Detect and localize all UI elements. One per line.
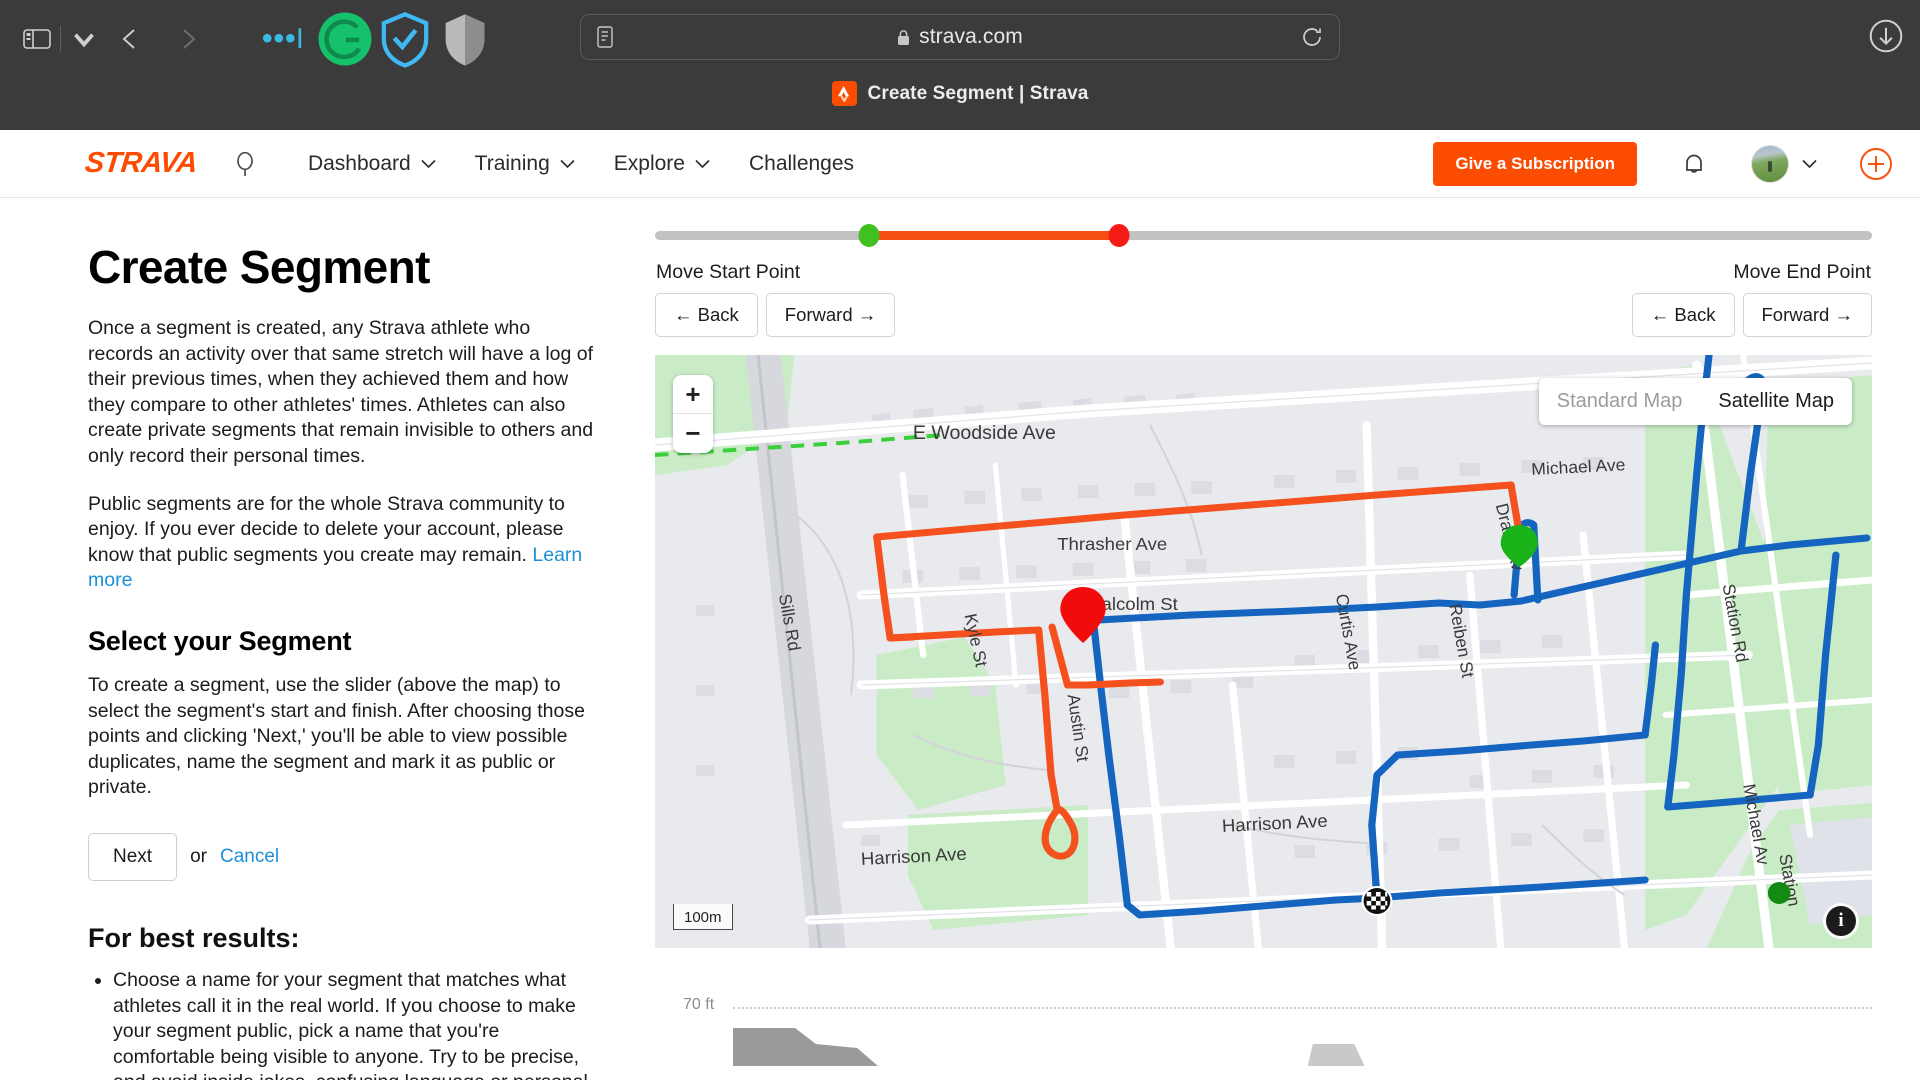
svg-text:E Woodside Ave: E Woodside Ave — [913, 423, 1056, 444]
move-end-point-label: Move End Point — [1733, 261, 1871, 283]
select-segment-paragraph: To create a segment, use the slider (abo… — [88, 673, 585, 799]
nav-label-explore: Explore — [613, 151, 685, 175]
action-row: Next or Cancel — [88, 832, 600, 881]
end-point-button-group: ← Back Forward → — [1631, 293, 1872, 337]
elevation-profile — [733, 1028, 1365, 1066]
sidebar-chevron-down-icon[interactable] — [67, 24, 101, 54]
cancel-link[interactable]: Cancel — [220, 846, 279, 868]
strava-favicon — [831, 81, 857, 106]
page-title: Create Segment — [88, 241, 430, 293]
map-scale-bar: 100m — [673, 904, 733, 930]
chevron-down-icon — [421, 159, 436, 169]
satellite-map-button[interactable]: Satellite Map — [1700, 378, 1852, 425]
best-results-list: Choose a name for your segment that matc… — [88, 968, 600, 1080]
slider-end-handle[interactable] — [1108, 224, 1130, 247]
toolbar-divider — [60, 25, 61, 52]
end-back-button[interactable]: ← Back — [1631, 293, 1735, 337]
slider-selected-range — [869, 231, 1119, 240]
move-point-buttons: ← Back Forward → ← Back Forward → — [655, 293, 1872, 337]
or-text: or — [190, 845, 207, 867]
move-start-point-label: Move Start Point — [656, 261, 801, 283]
give-subscription-button[interactable]: Give a Subscription — [1433, 141, 1637, 186]
move-point-labels: Move Start Point Move End Point — [655, 261, 1872, 284]
nav-item-training[interactable]: Training — [456, 142, 595, 186]
map-type-toggle: Standard Map Satellite Map — [1538, 378, 1852, 425]
reader-view-icon[interactable] — [595, 25, 615, 49]
elevation-axis-label: 70 ft — [683, 996, 715, 1013]
segment-range-slider[interactable] — [655, 222, 1872, 248]
nav-item-challenges[interactable]: Challenges — [730, 142, 873, 186]
chevron-down-icon — [695, 159, 710, 169]
adblock-shield-icon[interactable] — [375, 11, 435, 68]
extensions-overflow-icon[interactable] — [259, 19, 315, 59]
elevation-gridline — [733, 1007, 1872, 1009]
avatar[interactable] — [1751, 144, 1789, 183]
sidebar-toggle-icon[interactable] — [20, 26, 54, 52]
nav-item-explore[interactable]: Explore — [595, 142, 730, 186]
download-icon[interactable] — [1866, 16, 1906, 56]
grammarly-icon[interactable] — [315, 12, 375, 65]
tab-strip: Create Segment | Strava — [0, 77, 1920, 130]
public-segments-paragraph: Public segments are for the whole Strava… — [88, 492, 600, 594]
privacy-shield-icon[interactable] — [435, 13, 495, 65]
start-back-button[interactable]: ← Back — [655, 293, 758, 337]
url-text: strava.com — [919, 25, 1023, 48]
strava-logo[interactable]: STRAVA — [83, 147, 198, 180]
right-map-panel: Move Start Point Move End Point ← Back F… — [655, 198, 1920, 1080]
checkered-flag-marker — [1361, 886, 1393, 916]
zoom-out-button[interactable]: − — [673, 414, 713, 453]
back-arrow-icon[interactable] — [101, 17, 159, 61]
main-nav: Dashboard Training Explore Challenges — [289, 142, 873, 186]
best-results-heading: For best results: — [88, 922, 300, 953]
map-zoom-controls: + − — [673, 375, 713, 453]
browser-toolbar: strava.com — [0, 0, 1920, 77]
forward-arrow-icon[interactable] — [159, 17, 217, 61]
select-segment-heading: Select your Segment — [88, 625, 352, 656]
plus-circle-icon[interactable] — [1858, 146, 1894, 182]
end-forward-button[interactable]: Forward → — [1742, 293, 1872, 337]
header-right-group: Give a Subscription — [1433, 141, 1894, 186]
slider-track[interactable] — [655, 231, 1872, 240]
nav-label-challenges: Challenges — [748, 151, 855, 175]
standard-map-button[interactable]: Standard Map — [1539, 378, 1701, 425]
page-body: Create Segment Once a segment is created… — [0, 198, 1920, 1080]
left-info-panel: Create Segment Once a segment is created… — [0, 198, 655, 1080]
browser-tab-active[interactable]: Create Segment | Strava — [822, 77, 1099, 110]
map-graphic: E Woodside Ave E Woodside Ave Thrasher A… — [655, 355, 1872, 948]
nav-label-dashboard: Dashboard — [307, 151, 411, 175]
svg-text:Thrasher Ave: Thrasher Ave — [1057, 533, 1167, 554]
elevation-chart: 70 ft — [655, 996, 1872, 1066]
green-dot-marker — [1767, 882, 1791, 904]
avatar-menu[interactable] — [1751, 144, 1818, 183]
info-icon[interactable]: i — [1826, 906, 1856, 936]
start-forward-button[interactable]: Forward → — [765, 293, 896, 337]
lock-icon — [898, 29, 910, 45]
list-item: Choose a name for your segment that matc… — [113, 968, 600, 1080]
strava-site-header: STRAVA Dashboard Training Explore Challe… — [0, 130, 1920, 198]
reload-icon[interactable] — [1301, 26, 1323, 48]
chevron-down-icon[interactable] — [1801, 158, 1818, 169]
bell-icon[interactable] — [1679, 149, 1709, 179]
slider-start-handle[interactable] — [858, 224, 880, 247]
nav-item-dashboard[interactable]: Dashboard — [289, 142, 456, 186]
map-canvas[interactable]: E Woodside Ave E Woodside Ave Thrasher A… — [655, 355, 1872, 948]
search-icon[interactable] — [231, 149, 261, 179]
next-button[interactable]: Next — [88, 832, 178, 881]
intro-paragraph: Once a segment is created, any Strava at… — [88, 317, 594, 467]
public-segments-text: Public segments are for the whole Strava… — [88, 492, 565, 566]
zoom-in-button[interactable]: + — [673, 375, 713, 414]
browser-chrome: strava.com Create Segment | Strava — [0, 0, 1920, 130]
tab-title: Create Segment | Strava — [867, 82, 1089, 104]
nav-label-training: Training — [474, 151, 550, 175]
start-point-button-group: ← Back Forward → — [655, 293, 896, 337]
chevron-down-icon — [560, 159, 575, 169]
url-bar[interactable]: strava.com — [580, 14, 1340, 60]
